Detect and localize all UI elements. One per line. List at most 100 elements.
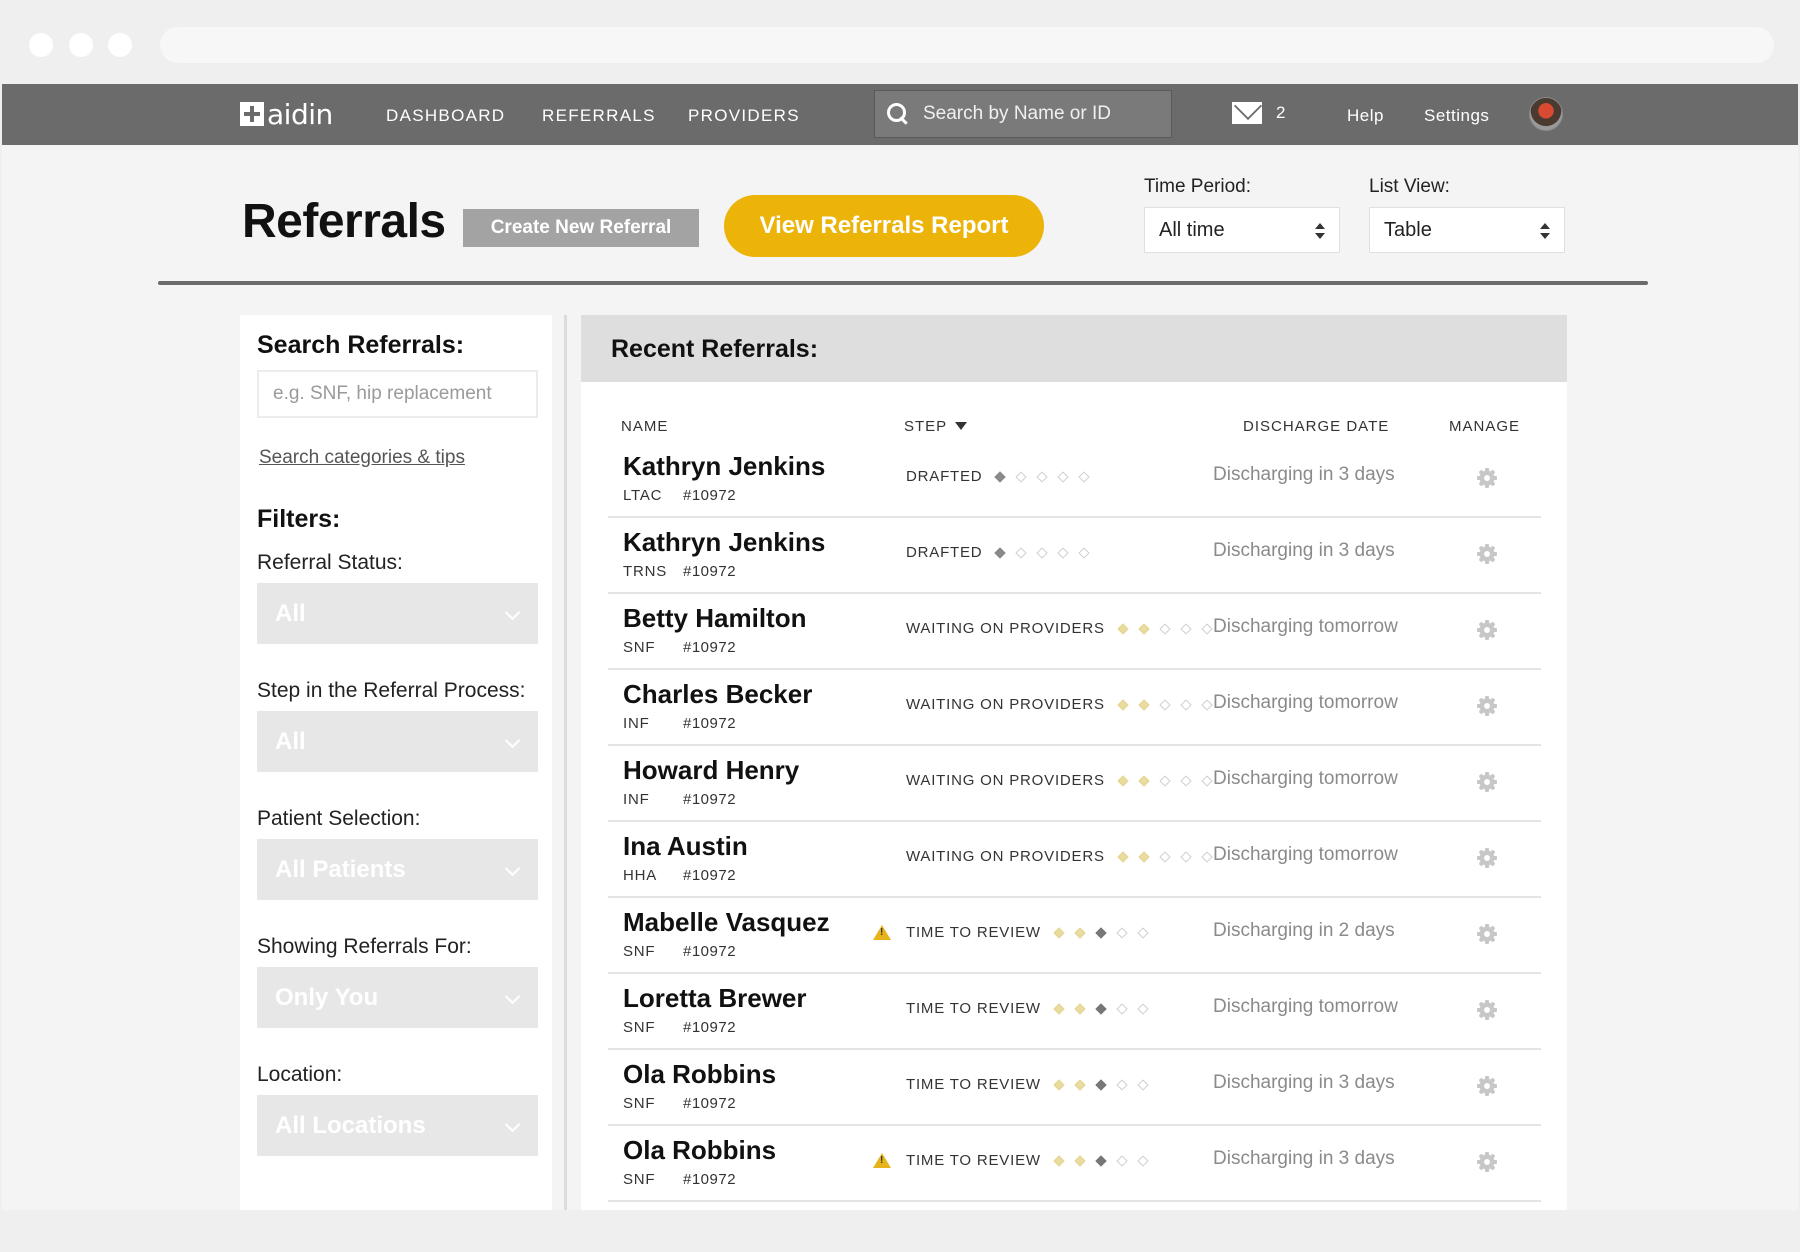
patient-name[interactable]: Kathryn Jenkins xyxy=(623,527,825,558)
step-label: TIME TO REVIEW xyxy=(906,1152,1041,1169)
progress-step-icon xyxy=(1180,850,1192,863)
patient-name[interactable]: Mabelle Vasquez xyxy=(623,907,830,938)
search-tips-link[interactable]: Search categories & tips xyxy=(259,447,465,469)
table-row[interactable]: Ola Robbins SNF #10972 TIME TO REVIEW Discha… xyxy=(608,1126,1541,1202)
column-header-step[interactable]: STEP xyxy=(904,418,968,435)
table-row[interactable]: Kathryn Jenkins TRNS #10972 DRAFTED Discharg… xyxy=(608,518,1541,594)
recent-referrals-title: Recent Referrals: xyxy=(611,335,819,363)
patient-name[interactable]: Loretta Brewer xyxy=(623,983,807,1014)
referral-step: TIME TO REVIEW xyxy=(906,924,1149,941)
table-row[interactable]: Loretta Brewer SNF #10972 TIME TO REVIEW Dis… xyxy=(608,974,1541,1050)
table-row[interactable]: Ina Austin HHA #10972 WAITING ON PROVIDERS D… xyxy=(608,822,1541,898)
warning-icon xyxy=(873,925,891,940)
discharge-date: Discharging in 3 days xyxy=(1213,1072,1395,1093)
step-label: WAITING ON PROVIDERS xyxy=(906,848,1105,865)
progress-step-icon xyxy=(1201,622,1213,635)
list-view-select[interactable]: Table xyxy=(1369,207,1565,253)
gear-icon[interactable] xyxy=(1477,848,1497,868)
progress-step-icon xyxy=(1074,1002,1086,1015)
referral-status-select[interactable]: All xyxy=(257,583,538,644)
progress-step-icon xyxy=(1159,774,1171,787)
referral-step: WAITING ON PROVIDERS xyxy=(906,848,1213,865)
progress-step-icon xyxy=(1117,774,1129,787)
referral-id: #10972 xyxy=(683,1019,737,1036)
table-row[interactable]: Mabelle Vasquez SNF #10972 TIME TO REVIEW Di… xyxy=(608,898,1541,974)
referral-id: #10972 xyxy=(683,791,737,808)
gear-icon[interactable] xyxy=(1477,1076,1497,1096)
chevron-down-icon xyxy=(504,604,521,621)
referral-type: SNF xyxy=(623,1171,656,1188)
gear-icon[interactable] xyxy=(1477,772,1497,792)
progress-step-icon xyxy=(994,470,1007,483)
discharge-date: Discharging tomorrow xyxy=(1213,996,1398,1017)
gear-icon[interactable] xyxy=(1477,544,1497,564)
nav-referrals[interactable]: REFERRALS xyxy=(542,106,656,126)
referral-step: WAITING ON PROVIDERS xyxy=(906,696,1213,713)
progress-step-icon xyxy=(1053,1154,1065,1167)
window-close-dot[interactable] xyxy=(29,33,53,57)
patient-name[interactable]: Ina Austin xyxy=(623,831,748,862)
create-new-referral-button[interactable]: Create New Referral xyxy=(463,209,699,247)
window-minimize-dot[interactable] xyxy=(69,33,93,57)
nav-providers[interactable]: PROVIDERS xyxy=(688,106,800,126)
progress-step-icon xyxy=(1057,546,1070,559)
column-header-discharge-date[interactable]: DISCHARGE DATE xyxy=(1243,418,1389,435)
referral-search-input[interactable] xyxy=(257,370,538,418)
list-view-label: List View: xyxy=(1369,176,1450,197)
progress-step-icon xyxy=(1095,1154,1107,1167)
progress-step-icon xyxy=(1201,698,1213,711)
referral-step-select[interactable]: All xyxy=(257,711,538,772)
referral-id: #10972 xyxy=(683,1171,737,1188)
referral-step-value: All xyxy=(275,727,306,755)
patient-name[interactable]: Charles Becker xyxy=(623,679,812,710)
messages-button[interactable]: 2 xyxy=(1232,102,1285,124)
logo[interactable]: aidin xyxy=(240,98,333,131)
window-maximize-dot[interactable] xyxy=(108,33,132,57)
nav-dashboard[interactable]: DASHBOARD xyxy=(386,106,505,126)
progress-step-icon xyxy=(1095,1002,1107,1015)
location-label: Location: xyxy=(257,1063,343,1086)
referral-step: WAITING ON PROVIDERS xyxy=(906,772,1213,789)
global-search[interactable] xyxy=(874,90,1172,138)
patient-name[interactable]: Kathryn Jenkins xyxy=(623,451,825,482)
global-search-input[interactable] xyxy=(923,103,1163,125)
filters-heading: Filters: xyxy=(257,505,341,533)
progress-step-icon xyxy=(1036,470,1049,483)
chevron-down-icon xyxy=(504,732,521,749)
patient-selection-select[interactable]: All Patients xyxy=(257,839,538,900)
nav-help[interactable]: Help xyxy=(1347,106,1384,126)
gear-icon[interactable] xyxy=(1477,1152,1497,1172)
showing-referrals-for-select[interactable]: Only You xyxy=(257,967,538,1028)
gear-icon[interactable] xyxy=(1477,696,1497,716)
location-select[interactable]: All Locations xyxy=(257,1095,538,1156)
gear-icon[interactable] xyxy=(1477,1000,1497,1020)
patient-name[interactable]: Howard Henry xyxy=(623,755,799,786)
patient-name[interactable]: Betty Hamilton xyxy=(623,603,806,634)
step-label: TIME TO REVIEW xyxy=(906,1000,1041,1017)
referral-type: INF xyxy=(623,791,650,808)
view-referrals-report-button[interactable]: View Referrals Report xyxy=(724,195,1044,257)
column-header-name[interactable]: NAME xyxy=(621,418,668,435)
table-row[interactable]: Betty Hamilton SNF #10972 WAITING ON PROVID… xyxy=(608,594,1541,670)
table-row[interactable]: Kathryn Jenkins LTAC #10972 DRAFTED Discharg… xyxy=(608,442,1541,518)
discharge-date: Discharging tomorrow xyxy=(1213,616,1398,637)
gear-icon[interactable] xyxy=(1477,924,1497,944)
progress-step-icon xyxy=(1201,850,1213,863)
avatar[interactable] xyxy=(1529,97,1563,131)
patient-name[interactable]: Ola Robbins xyxy=(623,1135,776,1166)
step-label: TIME TO REVIEW xyxy=(906,924,1041,941)
time-period-select[interactable]: All time xyxy=(1144,207,1340,253)
nav-settings[interactable]: Settings xyxy=(1424,106,1489,126)
referral-id: #10972 xyxy=(683,715,737,732)
referral-step: TIME TO REVIEW xyxy=(906,1076,1149,1093)
gear-icon[interactable] xyxy=(1477,620,1497,640)
gear-icon[interactable] xyxy=(1477,468,1497,488)
list-view-value: Table xyxy=(1384,218,1432,241)
patient-name[interactable]: Ola Robbins xyxy=(623,1059,776,1090)
table-row[interactable]: Charles Becker INF #10972 WAITING ON PROVID… xyxy=(608,670,1541,746)
table-row[interactable]: Ola Robbins SNF #10972 TIME TO REVIEW Discha… xyxy=(608,1050,1541,1126)
header-divider xyxy=(158,281,1648,285)
table-row[interactable]: Howard Henry INF #10972 WAITING ON PROVIDER… xyxy=(608,746,1541,822)
progress-step-icon xyxy=(1053,1002,1065,1015)
address-bar[interactable] xyxy=(160,27,1774,63)
